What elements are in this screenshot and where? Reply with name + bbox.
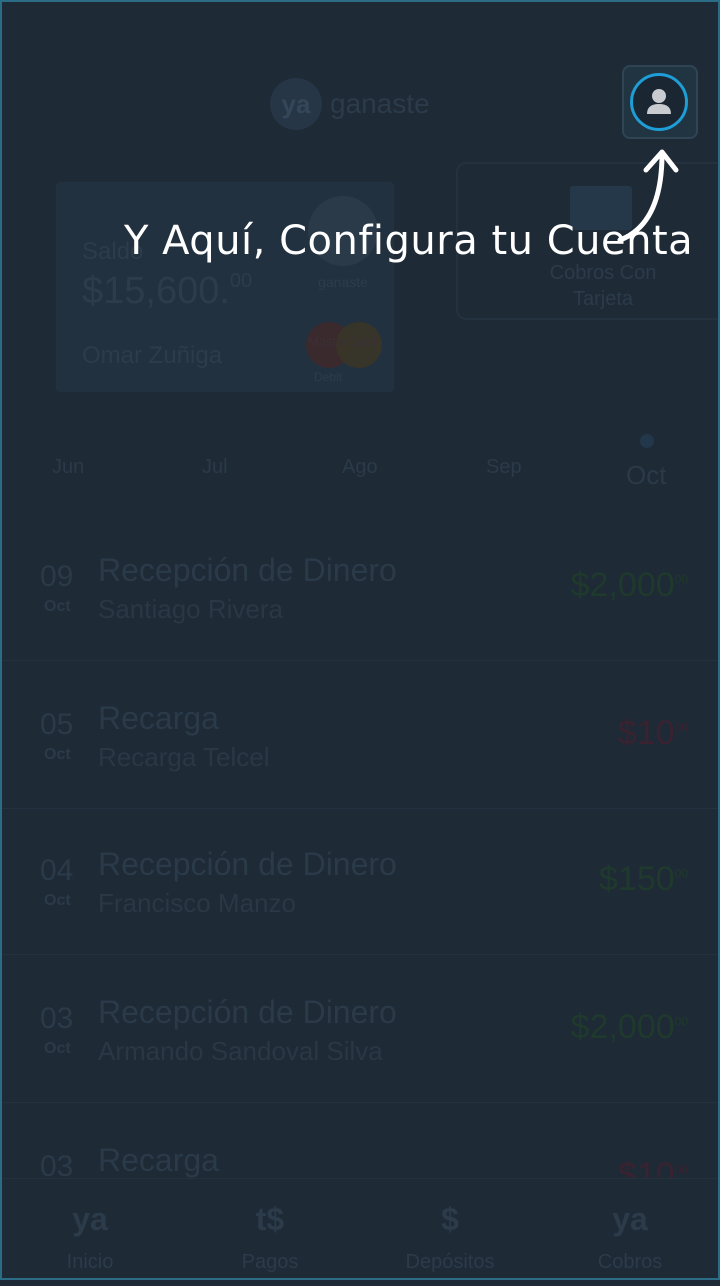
screen-border xyxy=(0,0,720,1280)
